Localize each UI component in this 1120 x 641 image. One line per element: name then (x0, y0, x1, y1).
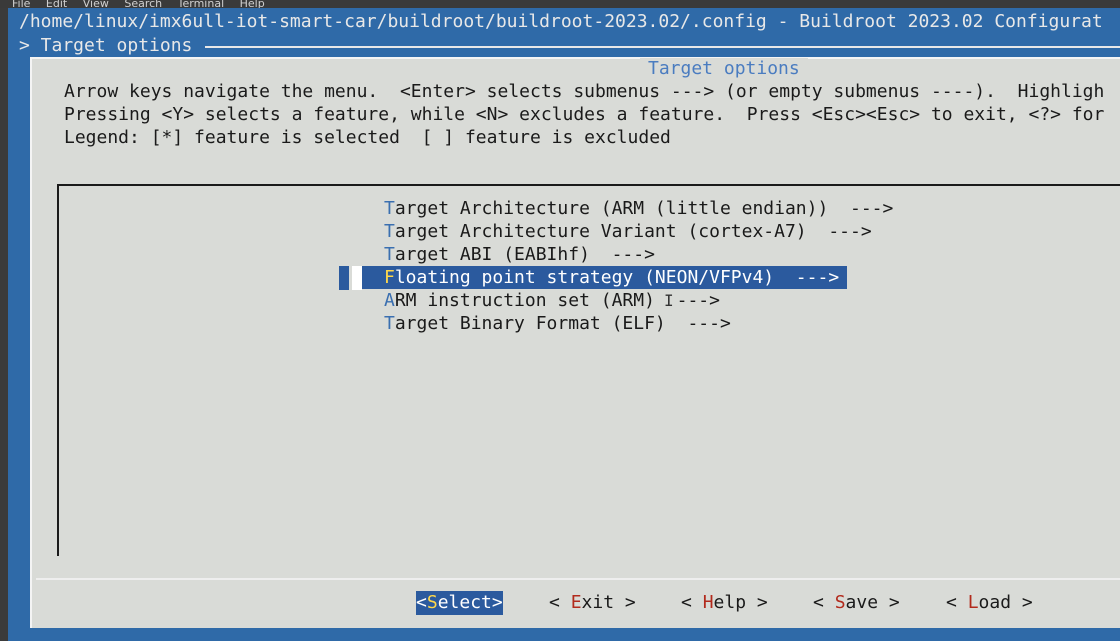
menu-view[interactable]: View (83, 0, 109, 8)
button-bracket: < (813, 592, 835, 613)
menu-edit[interactable]: Edit (46, 0, 67, 8)
breadcrumb-rule (205, 46, 1120, 48)
selection-marker-gap (352, 266, 362, 290)
hotkey: A (384, 290, 395, 311)
text-cursor-icon: I (664, 291, 674, 310)
menu-terminal[interactable]: Terminal (178, 0, 225, 8)
help-line-3: Legend: [*] feature is selected [ ] feat… (64, 127, 671, 148)
menu-search[interactable]: Search (124, 0, 162, 8)
load-button[interactable]: < Load > (946, 591, 1033, 615)
hotkey: T (384, 198, 395, 219)
hotkey: S (426, 592, 438, 613)
help-button[interactable]: < Help > (681, 591, 768, 615)
menu-item-target-binary-format[interactable]: Target Binary Format (ELF) ---> (384, 312, 731, 335)
exit-button[interactable]: < Exit > (549, 591, 636, 615)
button-label: elp > (713, 592, 768, 613)
button-label: ave > (845, 592, 900, 613)
menu-item-label: arget Binary Format (ELF) ---> (394, 313, 731, 334)
hotkey: S (834, 592, 846, 613)
menu-item-label: arget ABI (EABIhf) ---> (394, 244, 655, 265)
help-line-2: Pressing <Y> selects a feature, while <N… (64, 104, 1105, 125)
window-left-edge (0, 8, 8, 641)
button-bracket: < (946, 592, 968, 613)
button-separator (36, 578, 1120, 580)
hotkey: H (702, 592, 714, 613)
menu-item-label: arget Architecture Variant (cortex-A7) -… (394, 221, 872, 242)
select-button[interactable]: <Select> (416, 591, 503, 615)
menu-item-target-abi[interactable]: Target ABI (EABIhf) ---> (384, 243, 655, 266)
breadcrumb: > Target options (19, 35, 193, 56)
config-path-title: /home/linux/imx6ull-iot-smart-car/buildr… (19, 11, 1103, 32)
hotkey: T (384, 313, 395, 334)
menu-help[interactable]: Help (240, 0, 265, 8)
hotkey: T (384, 221, 395, 242)
hotkey: E (570, 592, 582, 613)
save-button[interactable]: < Save > (813, 591, 900, 615)
dialog-shadow (30, 628, 1120, 641)
hotkey: T (384, 244, 395, 265)
button-label: xit > (581, 592, 636, 613)
selection-marker (339, 266, 349, 290)
menu-item-floating-point-strategy[interactable]: Floating point strategy (NEON/VFPv4) ---… (362, 266, 847, 289)
button-bracket: < (681, 592, 703, 613)
dialog-title: Target options (640, 58, 808, 80)
button-label: oad > (978, 592, 1033, 613)
menu-item-target-architecture-variant[interactable]: Target Architecture Variant (cortex-A7) … (384, 220, 872, 243)
menu-item-label: arget Architecture (ARM (little endian))… (394, 198, 894, 219)
button-bracket: < (416, 592, 427, 613)
button-label: elect> (437, 592, 503, 613)
terminal-menubar: File Edit View Search Terminal Help (0, 0, 1120, 8)
menu-item-label: loating point strategy (NEON/VFPv4) ---> (394, 267, 840, 288)
menu-item-target-architecture[interactable]: Target Architecture (ARM (little endian)… (384, 197, 893, 220)
hotkey: F (384, 267, 395, 288)
help-line-1: Arrow keys navigate the menu. <Enter> se… (64, 81, 1105, 102)
button-bracket: < (549, 592, 571, 613)
help-text: Arrow keys navigate the menu. <Enter> se… (64, 80, 1120, 149)
hotkey: L (967, 592, 979, 613)
menu-file[interactable]: File (12, 0, 30, 8)
